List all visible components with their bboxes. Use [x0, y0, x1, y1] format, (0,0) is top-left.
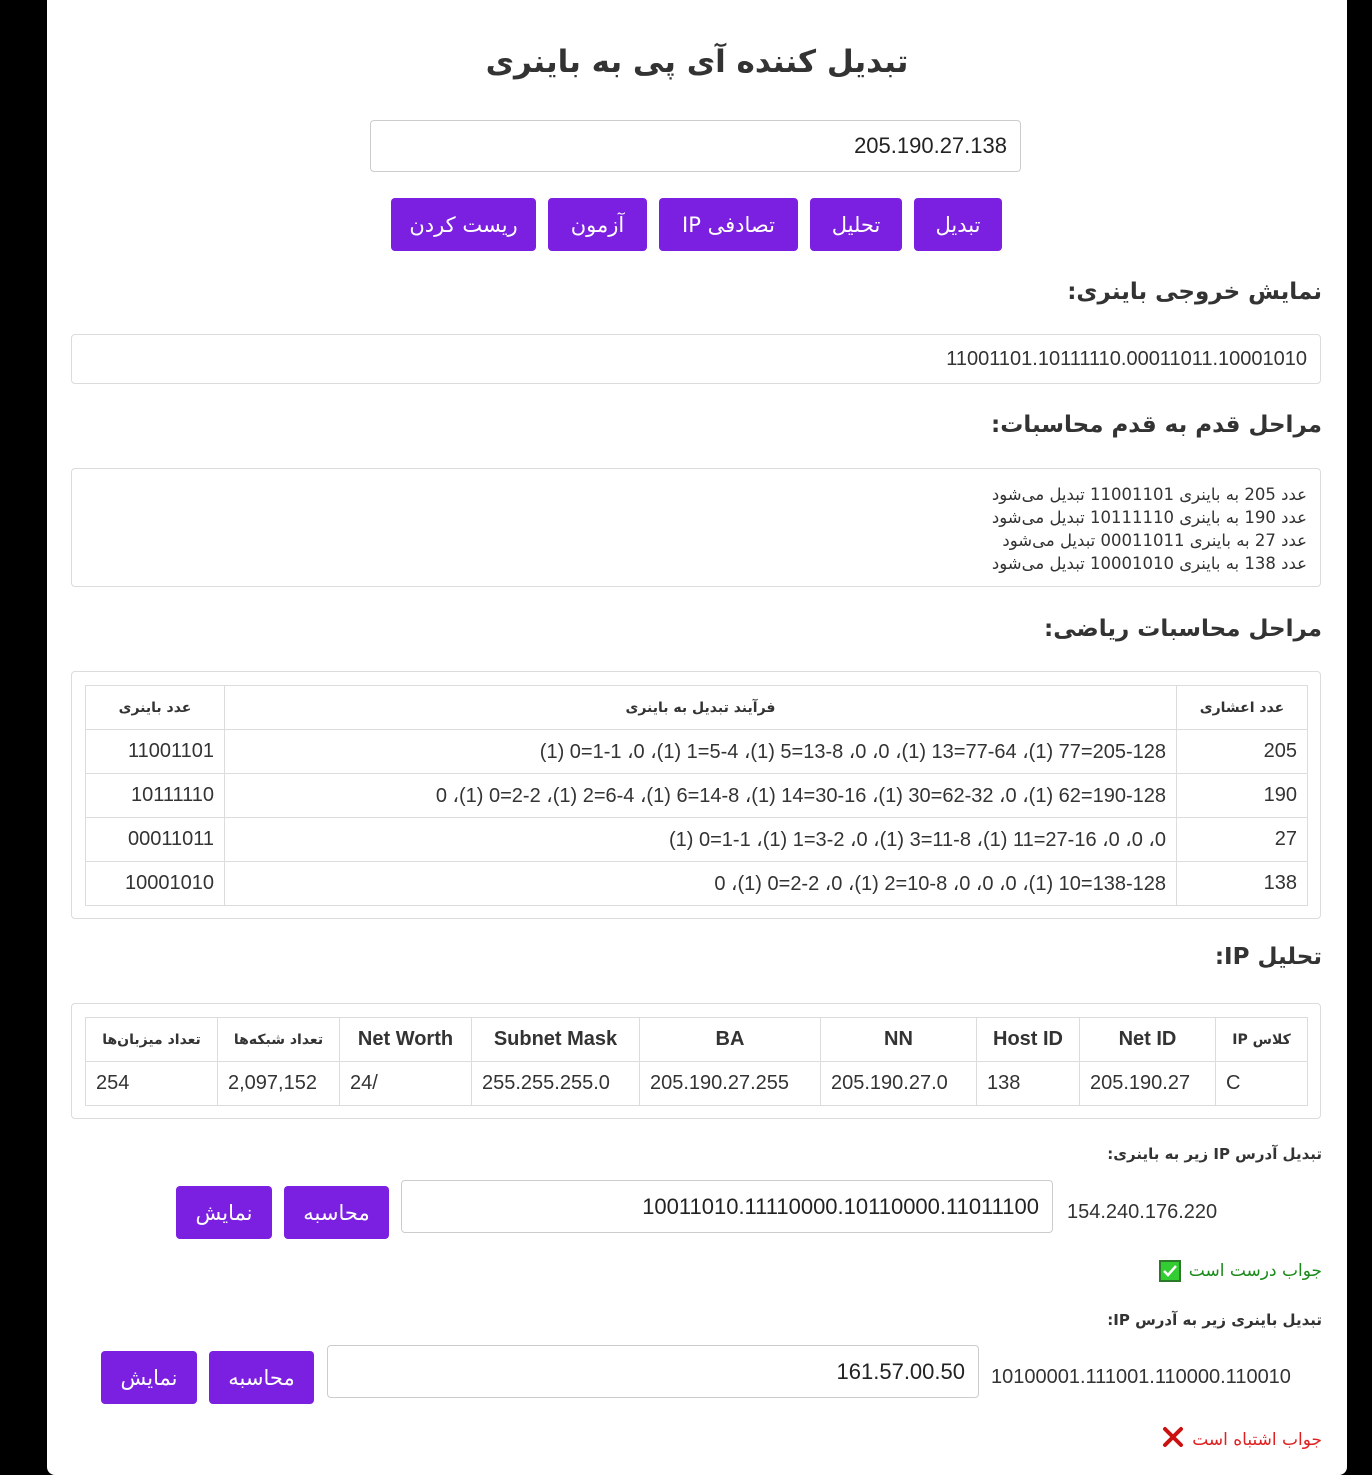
quiz1-show-button[interactable]: نمایش: [176, 1186, 272, 1239]
quiz1-calculate-button[interactable]: محاسبه: [284, 1186, 389, 1239]
cross-icon: [1162, 1426, 1184, 1453]
binary-output-box: 11001101.10111110.00011011.10001010: [71, 334, 1321, 384]
binary-output-value: 11001101.10111110.00011011.10001010: [946, 347, 1307, 370]
table-row: 138 138-128=10 (1)، 0، 0، 0، 10-8=2 (1)،…: [85, 861, 1308, 906]
process-cell: 205-128=77 (1)، 77-64=13 (1)، 0، 0، 13-8…: [224, 729, 1177, 774]
quiz2-answer-input[interactable]: [327, 1345, 979, 1398]
quiz1-feedback: جواب درست است: [1158, 1260, 1322, 1282]
page-title: تبدیل کننده آی پی به باینری: [485, 44, 909, 80]
header-hosts-count: تعداد میزبان‌ها: [85, 1017, 218, 1062]
binary-cell: 11001101: [85, 729, 225, 774]
process-cell: 138-128=10 (1)، 0، 0، 0، 10-8=2 (1)، 0، …: [224, 861, 1177, 906]
binary-cell: 00011011: [85, 817, 225, 862]
header-net-id: Net ID: [1079, 1017, 1216, 1062]
header-nn: NN: [820, 1017, 977, 1062]
step-line: عدد 138 به باینری 10001010 تبدیل می‌شود: [991, 554, 1307, 573]
ip-class-cell: C: [1215, 1061, 1308, 1106]
decimal-cell: 138: [1176, 861, 1308, 906]
step-line: عدد 190 به باینری 10111110 تبدیل می‌شود: [991, 508, 1307, 527]
header-process: فرآیند تبدیل به باینری: [224, 685, 1177, 730]
header-binary: عدد باینری: [85, 685, 225, 730]
header-networks-count: تعداد شبکه‌ها: [217, 1017, 340, 1062]
quiz1-feedback-text: جواب درست است: [1188, 1261, 1322, 1281]
math-heading: مراحل محاسبات ریاضی:: [1044, 616, 1322, 642]
quiz2-question: 10100001.111001.110000.110010: [991, 1366, 1291, 1388]
table-row: 190 190-128=62 (1)، 0، 62-32=30 (1)، 30-…: [85, 773, 1308, 818]
net-id-cell: 205.190.27: [1079, 1061, 1216, 1106]
table-row: 205 205-128=77 (1)، 77-64=13 (1)، 0، 0، …: [85, 729, 1308, 774]
binary-output-heading: نمایش خروجی باینری:: [1067, 279, 1322, 305]
math-table: عدد اعشاری فرآیند تبدیل به باینری عدد با…: [85, 685, 1308, 906]
nn-cell: 205.190.27.0: [820, 1061, 977, 1106]
decimal-cell: 27: [1176, 817, 1308, 862]
quiz2-feedback: جواب اشتباه است: [1162, 1426, 1322, 1453]
host-id-cell: 138: [976, 1061, 1080, 1106]
ip-analysis-box: کلاس IP Net ID Host ID NN BA Subnet Mask…: [71, 1003, 1321, 1119]
quiz2-show-button[interactable]: نمایش: [101, 1351, 197, 1404]
table-row: C 205.190.27 138 205.190.27.0 205.190.27…: [85, 1061, 1308, 1106]
process-cell: 190-128=62 (1)، 0، 62-32=30 (1)، 30-16=1…: [224, 773, 1177, 818]
quiz2-label: تبدیل باینری زیر به آدرس IP:: [1107, 1311, 1322, 1329]
analyze-button[interactable]: تحلیل: [810, 198, 902, 251]
ip-analysis-table: کلاس IP Net ID Host ID NN BA Subnet Mask…: [85, 1017, 1308, 1106]
quiz1-answer-input[interactable]: [401, 1180, 1053, 1233]
binary-cell: 10001010: [85, 861, 225, 906]
header-ip-class: کلاس IP: [1215, 1017, 1308, 1062]
networks-count-cell: 2,097,152: [217, 1061, 340, 1106]
math-box: عدد اعشاری فرآیند تبدیل به باینری عدد با…: [71, 671, 1321, 919]
check-icon: [1158, 1260, 1181, 1282]
quiz1-label: تبدیل آدرس IP زیر به باینری:: [1107, 1145, 1322, 1163]
reset-button[interactable]: ریست کردن: [391, 198, 536, 251]
step-line: عدد 27 به باینری 00011011 تبدیل می‌شود: [1002, 531, 1307, 550]
subnet-mask-cell: 255.255.255.0: [471, 1061, 640, 1106]
steps-box: عدد 205 به باینری 11001101 تبدیل می‌شود …: [71, 468, 1321, 587]
converter-card: تبدیل کننده آی پی به باینری تبدیل تحلیل …: [47, 0, 1347, 1475]
quiz-button[interactable]: آزمون: [548, 198, 647, 251]
header-net-worth: Net Worth: [339, 1017, 472, 1062]
quiz1-question: 154.240.176.220: [1067, 1201, 1218, 1223]
table-row: 27 0، 0، 0، 27-16=11 (1)، 11-8=3 (1)، 0،…: [85, 817, 1308, 862]
step-line: عدد 205 به باینری 11001101 تبدیل می‌شود: [991, 485, 1307, 504]
random-ip-button[interactable]: IP تصادفی: [659, 198, 798, 251]
header-host-id: Host ID: [976, 1017, 1080, 1062]
ba-cell: 205.190.27.255: [639, 1061, 821, 1106]
quiz2-feedback-text: جواب اشتباه است: [1192, 1429, 1322, 1450]
quiz2-calculate-button[interactable]: محاسبه: [209, 1351, 314, 1404]
decimal-cell: 205: [1176, 729, 1308, 774]
header-decimal: عدد اعشاری: [1176, 685, 1308, 730]
decimal-cell: 190: [1176, 773, 1308, 818]
hosts-count-cell: 254: [85, 1061, 218, 1106]
convert-button[interactable]: تبدیل: [914, 198, 1002, 251]
steps-heading: مراحل قدم به قدم محاسبات:: [991, 412, 1322, 438]
net-worth-cell: /24: [339, 1061, 472, 1106]
binary-cell: 10111110: [85, 773, 225, 818]
ip-input[interactable]: [370, 120, 1021, 172]
header-ba: BA: [639, 1017, 821, 1062]
process-cell: 0، 0، 0، 27-16=11 (1)، 11-8=3 (1)، 0، 3-…: [224, 817, 1177, 862]
ip-analysis-heading: تحلیل IP:: [1214, 944, 1322, 970]
header-subnet-mask: Subnet Mask: [471, 1017, 640, 1062]
